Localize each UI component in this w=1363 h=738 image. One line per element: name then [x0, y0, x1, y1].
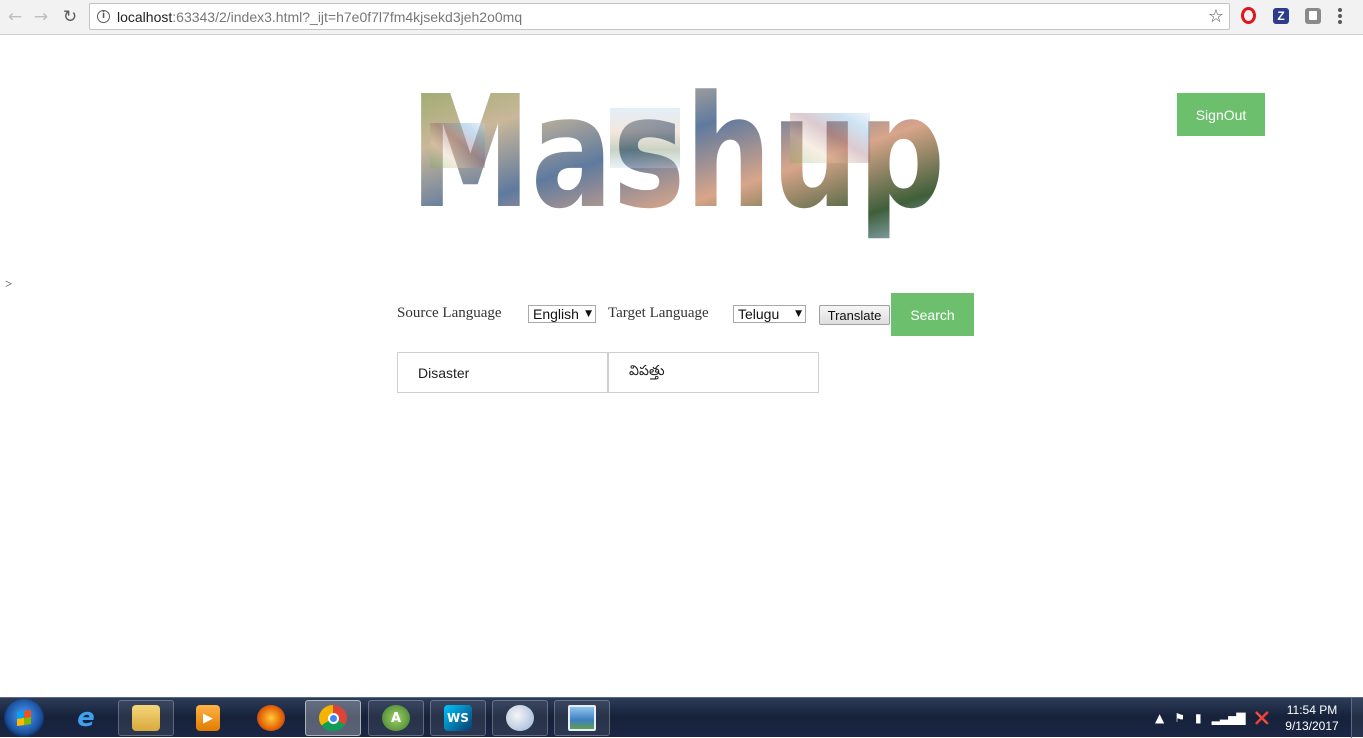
internet-explorer-icon: e: [77, 703, 95, 733]
action-center-flag-icon[interactable]: ⚑: [1174, 711, 1185, 725]
z-extension-icon[interactable]: Z: [1273, 8, 1289, 24]
browser-menu-icon[interactable]: [1338, 8, 1342, 26]
stray-text: >: [5, 276, 13, 291]
address-bar[interactable]: i localhost:63343/2/index3.html?_ijt=h7e…: [89, 3, 1230, 30]
bookmark-star-icon[interactable]: ☆: [1208, 6, 1224, 27]
android-studio-icon: A: [382, 705, 410, 731]
taskbar-paint[interactable]: [492, 700, 548, 736]
taskbar-android-studio[interactable]: A: [368, 700, 424, 736]
taskbar-firefox[interactable]: [243, 700, 299, 736]
page-content: Mashup SignOut > Source Language English…: [0, 36, 1363, 696]
start-button-icon[interactable]: [4, 699, 44, 737]
network-signal-icon[interactable]: ▂▃▅▇: [1212, 711, 1246, 725]
dropdown-arrow-icon: ▼: [585, 309, 592, 319]
reload-icon[interactable]: ↻: [59, 6, 81, 28]
translated-word-text: విపత్తు: [629, 362, 665, 378]
system-tray: ▲ ⚑ ▮ ▂▃▅▇ ❌: [1155, 708, 1269, 728]
battery-icon[interactable]: ▮: [1195, 711, 1202, 725]
taskbar: e ▶ A WS ▲ ⚑ ▮ ▂▃▅▇ ❌ 11:54 PM 9/13/2017: [0, 697, 1363, 738]
search-button[interactable]: Search: [891, 293, 974, 336]
translated-word-box: విపత్తు: [608, 352, 819, 393]
forward-arrow-icon[interactable]: →: [30, 6, 52, 28]
url-text[interactable]: localhost:63343/2/index3.html?_ijt=h7e0f…: [117, 9, 522, 25]
play-icon: ▶: [196, 705, 220, 731]
firefox-icon: [257, 705, 285, 731]
info-icon[interactable]: i: [97, 10, 110, 23]
show-hidden-icons-icon[interactable]: ▲: [1155, 711, 1164, 725]
input-word-text: Disaster: [418, 365, 470, 381]
chrome-icon: [319, 705, 347, 731]
extension-icon[interactable]: [1305, 8, 1321, 24]
translate-button[interactable]: Translate: [819, 305, 890, 325]
source-language-label: Source Language: [397, 305, 502, 321]
browser-toolbar: ← → ↻ i localhost:63343/2/index3.html?_i…: [0, 0, 1363, 35]
volume-muted-icon[interactable]: ❌: [1255, 711, 1270, 725]
paint-palette-icon: [506, 705, 534, 731]
opera-extension-icon[interactable]: [1241, 7, 1256, 24]
taskbar-internet-explorer[interactable]: e: [58, 700, 114, 736]
target-language-value: Telugu: [738, 306, 780, 322]
source-language-value: English: [533, 306, 579, 322]
clock-time: 11:54 PM: [1286, 703, 1338, 717]
clock-date: 9/13/2017: [1285, 719, 1339, 733]
taskbar-webstorm[interactable]: WS: [430, 700, 486, 736]
show-desktop-button[interactable]: [1351, 698, 1363, 738]
taskbar-chrome[interactable]: [305, 700, 361, 736]
photo-viewer-icon: [568, 705, 596, 731]
taskbar-media-player[interactable]: ▶: [180, 700, 236, 736]
folder-icon: [132, 705, 160, 731]
dropdown-arrow-icon: ▼: [795, 309, 802, 319]
source-language-select[interactable]: English ▼: [528, 305, 596, 323]
taskbar-photo-viewer[interactable]: [554, 700, 610, 736]
webstorm-icon: WS: [444, 705, 472, 731]
target-language-label: Target Language: [608, 305, 709, 321]
taskbar-clock[interactable]: 11:54 PM 9/13/2017: [1278, 702, 1346, 734]
target-language-select[interactable]: Telugu ▼: [733, 305, 806, 323]
back-arrow-icon[interactable]: ←: [4, 6, 26, 28]
input-word-box[interactable]: Disaster: [397, 352, 608, 393]
taskbar-file-explorer[interactable]: [118, 700, 174, 736]
mashup-logo: Mashup: [410, 68, 945, 243]
signout-button[interactable]: SignOut: [1177, 93, 1265, 136]
